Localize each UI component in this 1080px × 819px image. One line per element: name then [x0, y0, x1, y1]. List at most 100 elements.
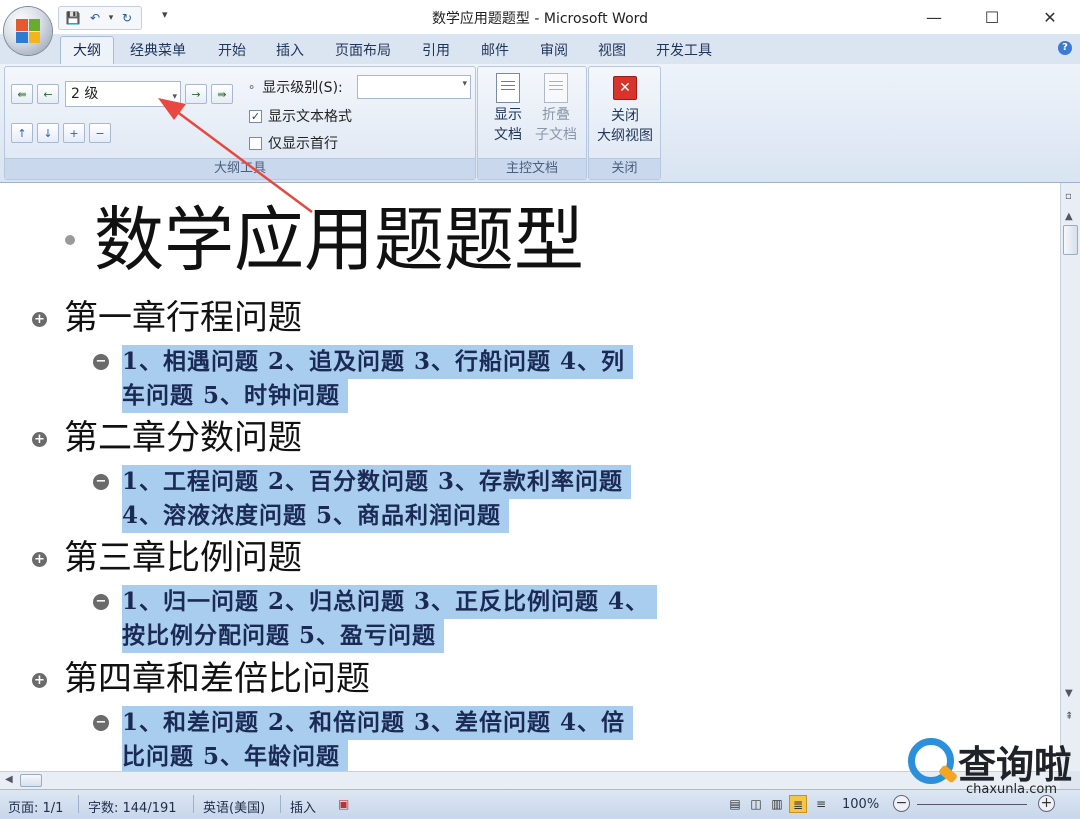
promote-to-heading1-icon[interactable]: ⇚: [11, 84, 33, 104]
outline-tools-group: ⇚ ← 2 级 ▾ → ⇛ ↑ ↓ + − ⚬ 显示级别(S): ▾ ✓ 显示文…: [4, 66, 476, 180]
watermark-logo: 查询啦 chaxunla.com: [902, 730, 1074, 802]
show-level-label: 显示级别(S):: [262, 80, 343, 96]
ribbon-tabs: 大纲 经典菜单 开始 插入 页面布局 引用 邮件 审阅 视图 开发工具 ?: [0, 34, 1080, 65]
subdocument-icon: [544, 73, 568, 103]
body-text-bullet-icon[interactable]: −: [93, 354, 109, 370]
chevron-down-icon: ▾: [462, 79, 467, 89]
outline-level-select[interactable]: 2 级 ▾: [65, 81, 181, 107]
checkbox-unchecked-icon[interactable]: [249, 136, 262, 150]
language-indicator[interactable]: 英语(美国): [203, 797, 265, 816]
macro-record-icon[interactable]: ▣: [338, 797, 349, 811]
vertical-scroll-thumb[interactable]: [1063, 225, 1078, 255]
expand-icon[interactable]: +: [63, 123, 85, 143]
divider: [78, 795, 79, 813]
tab-insert[interactable]: 插入: [276, 40, 304, 60]
show-text-format-checkbox[interactable]: ✓ 显示文本格式: [249, 106, 352, 126]
chapter-body-line[interactable]: 1、和差问题 2、和倍问题 3、差倍问题 4、倍: [122, 706, 634, 740]
horizontal-scroll-thumb[interactable]: [20, 774, 42, 787]
office-logo-icon: [16, 19, 40, 43]
tab-view[interactable]: 视图: [598, 40, 626, 60]
group-label: 大纲工具: [5, 158, 475, 179]
collapse-subdocuments-button[interactable]: 折叠 子文档: [526, 73, 586, 145]
chapter-body-line[interactable]: 比问题 5、年龄问题: [122, 740, 349, 771]
word-count[interactable]: 字数: 144/191: [88, 797, 177, 816]
close-icon: ✕: [613, 76, 637, 100]
print-layout-view-icon[interactable]: ▤: [726, 795, 744, 813]
show-level-row: ⚬ 显示级别(S):: [247, 77, 343, 97]
outline-view-icon[interactable]: ≣: [789, 795, 807, 813]
zoom-slider[interactable]: [917, 804, 1027, 805]
document-title[interactable]: 数学应用题题型: [94, 195, 584, 285]
show-first-line-checkbox[interactable]: 仅显示首行: [249, 133, 338, 153]
chapter-heading[interactable]: 第一章行程问题: [64, 296, 302, 340]
document-icon: [496, 73, 520, 103]
tab-mailings[interactable]: 邮件: [481, 40, 509, 60]
scroll-down-icon[interactable]: ▼: [1065, 688, 1073, 699]
expand-heading-icon[interactable]: +: [32, 673, 47, 688]
chapter-heading[interactable]: 第三章比例问题: [64, 536, 302, 580]
close-group: ✕ 关闭 大纲视图 关闭: [588, 66, 661, 180]
insert-mode[interactable]: 插入: [290, 797, 316, 816]
outline-bullet-icon[interactable]: [65, 235, 75, 245]
chapter-body-line[interactable]: 按比例分配问题 5、盈亏问题: [122, 619, 445, 653]
scroll-left-icon[interactable]: ◀: [5, 774, 13, 785]
chapter-heading[interactable]: 第四章和差倍比问题: [64, 657, 370, 701]
chapter-body-line[interactable]: 车问题 5、时钟问题: [122, 379, 349, 413]
expand-heading-icon[interactable]: +: [32, 432, 47, 447]
web-layout-icon[interactable]: ▥: [768, 795, 786, 813]
chapter-body-line[interactable]: 4、溶液浓度问题 5、商品利润问题: [122, 499, 510, 533]
move-down-icon[interactable]: ↓: [37, 123, 59, 143]
document-area[interactable]: 数学应用题题型 + 第一章行程问题 − 1、相遇问题 2、追及问题 3、行船问题…: [0, 183, 1060, 771]
horizontal-scrollbar[interactable]: ◀: [0, 771, 1060, 790]
show-level-icon: ⚬: [247, 80, 257, 94]
watermark-text: 查询啦: [958, 743, 1073, 787]
tab-home[interactable]: 开始: [218, 40, 246, 60]
close-button[interactable]: ✕: [1022, 0, 1078, 34]
vertical-scrollbar[interactable]: ▫ ▲ ▼ ⇞: [1060, 183, 1080, 771]
demote-icon[interactable]: →: [185, 84, 207, 104]
tab-outline[interactable]: 大纲: [60, 36, 114, 65]
group-label: 主控文档: [478, 158, 586, 179]
help-icon[interactable]: ?: [1058, 41, 1072, 55]
master-document-group: 显示 文档 折叠 子文档 主控文档: [477, 66, 587, 180]
watermark-url: chaxunla.com: [966, 782, 1057, 797]
expand-heading-icon[interactable]: +: [32, 552, 47, 567]
checkbox-checked-icon[interactable]: ✓: [249, 109, 262, 123]
draft-view-icon[interactable]: ≡: [812, 795, 830, 813]
office-button[interactable]: [4, 7, 52, 55]
chapter-body-line[interactable]: 1、工程问题 2、百分数问题 3、存款利率问题: [122, 465, 632, 499]
group-label: 关闭: [589, 158, 660, 179]
expand-heading-icon[interactable]: +: [32, 312, 47, 327]
outline-level-value: 2 级: [71, 86, 99, 102]
chapter-body-line[interactable]: 1、相遇问题 2、追及问题 3、行船问题 4、列: [122, 345, 634, 379]
tab-developer[interactable]: 开发工具: [656, 40, 712, 60]
magnifier-icon: [908, 738, 954, 784]
divider: [193, 795, 194, 813]
chapter-body-line[interactable]: 1、归一问题 2、归总问题 3、正反比例问题 4、: [122, 585, 658, 619]
close-outline-view-button[interactable]: ✕ 关闭 大纲视图: [593, 73, 657, 146]
title-bar: 💾 ↶ ▾ ↻ ▾ 数学应用题题型 - Microsoft Word — ☐ ✕: [0, 0, 1080, 34]
demote-to-body-icon[interactable]: ⇛: [211, 84, 233, 104]
tab-classic-menu[interactable]: 经典菜单: [130, 40, 186, 60]
tab-references[interactable]: 引用: [422, 40, 450, 60]
tab-page-layout[interactable]: 页面布局: [335, 40, 391, 60]
tab-review[interactable]: 审阅: [540, 40, 568, 60]
move-up-icon[interactable]: ↑: [11, 123, 33, 143]
maximize-button[interactable]: ☐: [964, 0, 1020, 34]
body-text-bullet-icon[interactable]: −: [93, 474, 109, 490]
page-count[interactable]: 页面: 1/1: [8, 797, 63, 816]
chevron-down-icon: ▾: [172, 92, 177, 102]
collapse-icon[interactable]: −: [89, 123, 111, 143]
scroll-up-icon[interactable]: ▲: [1065, 211, 1073, 222]
promote-icon[interactable]: ←: [37, 84, 59, 104]
body-text-bullet-icon[interactable]: −: [93, 715, 109, 731]
show-level-select[interactable]: ▾: [357, 75, 471, 99]
chapter-heading[interactable]: 第二章分数问题: [64, 416, 302, 460]
minimize-button[interactable]: —: [906, 0, 962, 34]
previous-page-icon[interactable]: ⇞: [1065, 711, 1073, 722]
full-screen-reading-icon[interactable]: ◫: [747, 795, 765, 813]
ruler-toggle-icon[interactable]: ▫: [1065, 191, 1072, 202]
divider: [280, 795, 281, 813]
zoom-level[interactable]: 100%: [842, 797, 879, 812]
body-text-bullet-icon[interactable]: −: [93, 594, 109, 610]
